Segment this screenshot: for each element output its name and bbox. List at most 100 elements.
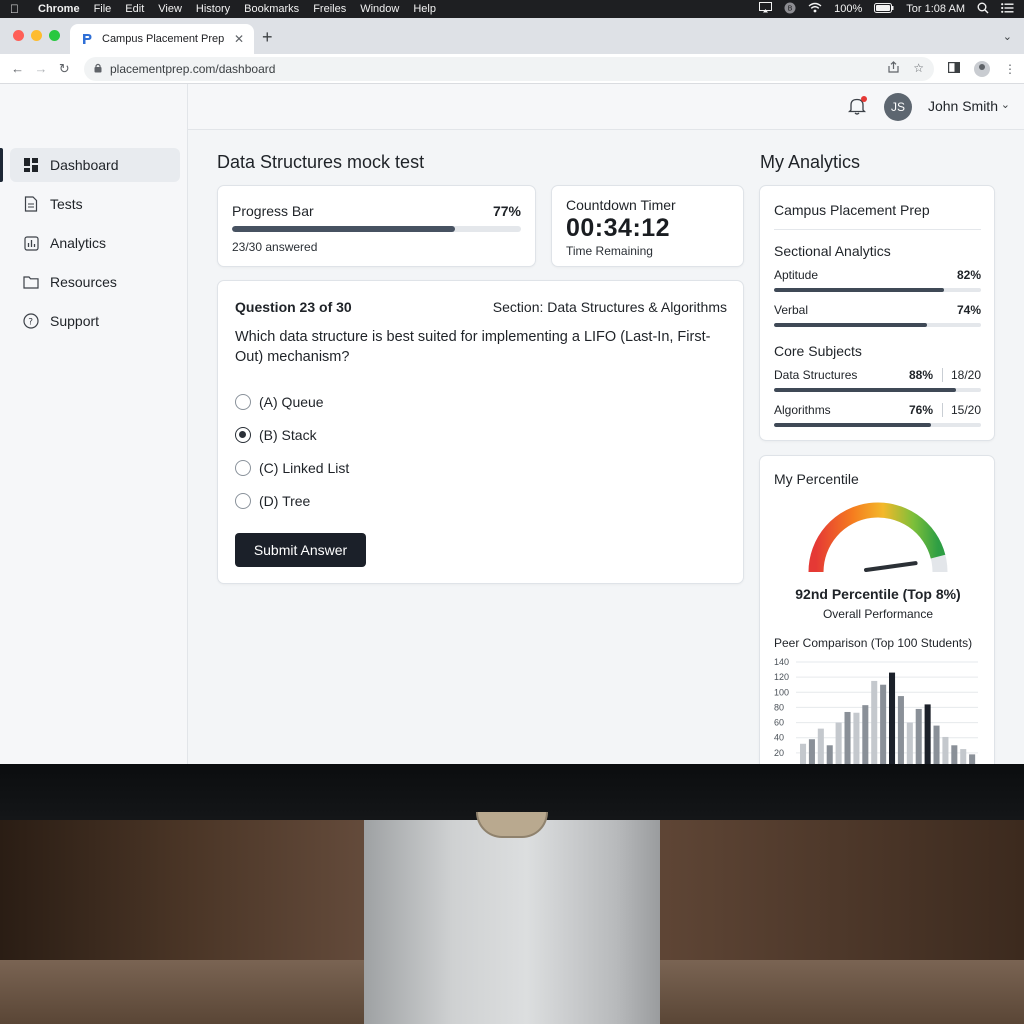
y-tick-label: 140	[774, 657, 789, 667]
menu-window[interactable]: Window	[360, 3, 399, 15]
peer-comparison-chart: 20 40 60 80 100 120 140	[774, 657, 978, 764]
radio-button-selected[interactable]	[235, 426, 251, 443]
y-tick-label: 40	[774, 733, 784, 743]
close-tab-icon[interactable]: ✕	[234, 32, 244, 46]
answer-options: (A) Queue (B) Stack (C) Linked List (D) …	[235, 385, 349, 517]
spotlight-search-icon[interactable]	[977, 2, 989, 17]
site-favicon-icon	[83, 34, 92, 44]
option-c[interactable]: (C) Linked List	[235, 451, 349, 484]
gauge-arc	[808, 502, 946, 573]
peer-bar	[880, 684, 887, 764]
menu-file[interactable]: File	[94, 3, 112, 15]
tab-search-chevron-icon[interactable]: ⌄	[1003, 30, 1012, 43]
address-bar[interactable]: placementprep.com/dashboard ☆	[83, 56, 934, 81]
menu-help[interactable]: Help	[413, 3, 436, 15]
metric-count: 18/20	[950, 368, 981, 382]
sidebar-item-label: Support	[50, 313, 100, 329]
avatar[interactable]: JS	[884, 93, 912, 121]
zoom-window-button[interactable]	[49, 30, 60, 41]
dashboard-icon	[22, 156, 40, 174]
menu-bookmarks[interactable]: Bookmarks	[244, 3, 299, 15]
menu-app-name[interactable]: Chrome	[38, 3, 80, 15]
y-tick-label: 80	[774, 702, 784, 712]
side-panel-icon[interactable]	[947, 61, 960, 76]
control-center-icon[interactable]: B	[784, 2, 796, 17]
peer-bar	[853, 712, 860, 764]
back-arrow-icon[interactable]: ←	[8, 61, 27, 76]
metric-label: Aptitude	[774, 268, 819, 282]
metric-percent: 88%	[908, 368, 933, 382]
submit-answer-button[interactable]: Submit Answer	[235, 533, 366, 567]
menu-view[interactable]: View	[158, 3, 182, 15]
question-card: Question 23 of 30 Section: Data Structur…	[217, 280, 744, 584]
chevron-down-icon[interactable]: ⌄	[1001, 98, 1010, 111]
metric-fill	[774, 388, 957, 392]
apple-menu-icon[interactable]: 	[10, 2, 24, 16]
sectional-title: Sectional Analytics	[774, 243, 891, 259]
sidebar-item-support[interactable]: ? Support	[10, 304, 180, 338]
y-tick-label: 20	[774, 748, 784, 758]
browser-menu-icon[interactable]: ⋮	[1004, 62, 1016, 76]
menu-history[interactable]: History	[196, 3, 230, 15]
option-d[interactable]: (D) Tree	[235, 484, 349, 517]
option-label: (B) Stack	[259, 426, 317, 443]
y-tick-label: 120	[774, 672, 789, 682]
core-subjects-title: Core Subjects	[774, 343, 862, 359]
sidebar-item-analytics[interactable]: Analytics	[10, 226, 180, 260]
peer-bar	[933, 725, 940, 764]
peer-bar	[800, 743, 807, 764]
metric-track	[774, 323, 981, 327]
radio-button[interactable]	[235, 492, 251, 509]
peer-bar	[924, 704, 931, 764]
close-window-button[interactable]	[13, 30, 24, 41]
metric-track	[774, 388, 981, 392]
option-a[interactable]: (A) Queue	[235, 385, 349, 418]
reload-icon[interactable]: ↻	[55, 61, 74, 77]
peer-bar	[871, 680, 878, 764]
menu-profiles[interactable]: Freiles	[313, 3, 346, 15]
battery-icon[interactable]	[874, 2, 894, 16]
document-icon	[22, 195, 40, 213]
y-tick-label: 100	[774, 687, 789, 697]
metric-fill	[774, 423, 932, 427]
browser-tab-active[interactable]: Campus Placement Prep ✕	[70, 24, 254, 54]
tab-title: Campus Placement Prep	[102, 33, 225, 45]
screen:  Chrome File Edit View History Bookmark…	[0, 0, 1024, 764]
wifi-icon[interactable]	[808, 2, 822, 16]
question-number: Question 23 of 30	[235, 299, 352, 315]
question-text: Which data structure is best suited for …	[235, 329, 711, 365]
percentile-title: My Percentile	[774, 471, 859, 487]
metric-track	[774, 423, 981, 427]
sidebar: Dashboard Tests Analytics Resources ? Su…	[0, 84, 188, 764]
menu-edit[interactable]: Edit	[125, 3, 144, 15]
option-b[interactable]: (B) Stack	[235, 418, 349, 451]
answered-count: 23/30 answered	[232, 240, 318, 254]
sidebar-item-dashboard[interactable]: Dashboard	[10, 148, 180, 182]
bookmark-star-icon[interactable]: ☆	[913, 61, 924, 76]
screen-mirroring-icon[interactable]	[759, 2, 773, 16]
svg-text:B: B	[788, 4, 793, 12]
sidebar-item-tests[interactable]: Tests	[10, 187, 180, 221]
share-icon[interactable]	[888, 61, 899, 76]
folder-icon	[22, 273, 40, 291]
notification-bell-icon[interactable]	[847, 96, 868, 116]
sidebar-item-resources[interactable]: Resources	[10, 265, 180, 299]
profile-avatar-icon[interactable]	[973, 60, 990, 77]
minimize-window-button[interactable]	[31, 30, 42, 41]
lock-icon[interactable]	[94, 63, 102, 75]
peer-comparison-title: Peer Comparison (Top 100 Students)	[774, 636, 973, 650]
radio-button[interactable]	[235, 393, 251, 410]
monitor-stand	[364, 820, 660, 1024]
option-label: (C) Linked List	[259, 459, 350, 476]
menu-clock[interactable]: Tor 1:08 AM	[906, 3, 965, 15]
placement-prep-app: Dashboard Tests Analytics Resources ? Su…	[0, 84, 1024, 764]
percentile-card: My Percentile 92nd Percentile (Top 8%) O…	[759, 455, 995, 764]
forward-arrow-icon[interactable]: →	[31, 61, 50, 76]
user-name[interactable]: John Smith	[928, 98, 998, 114]
radio-button[interactable]	[235, 459, 251, 476]
notification-center-icon[interactable]	[1001, 2, 1014, 16]
timer-value: 00:34:12	[566, 214, 671, 242]
sidebar-item-label: Analytics	[50, 235, 107, 251]
sidebar-item-label: Resources	[50, 274, 117, 290]
new-tab-icon[interactable]: +	[262, 28, 273, 46]
